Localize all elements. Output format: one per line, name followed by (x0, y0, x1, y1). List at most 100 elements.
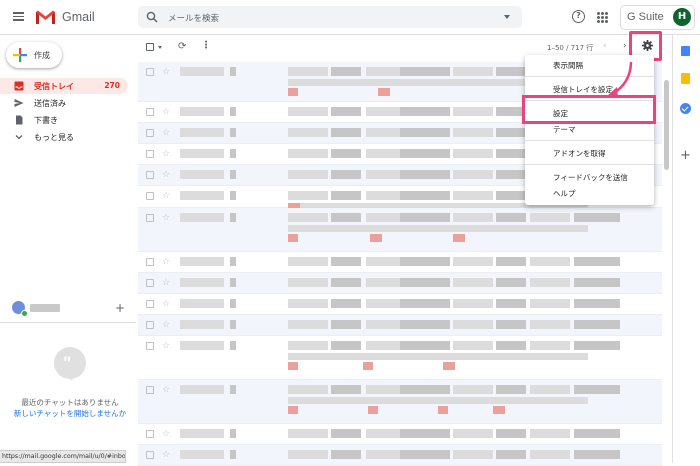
row-checkbox[interactable] (146, 321, 154, 329)
blurred-text (496, 385, 526, 394)
email-row[interactable]: ☆ (138, 273, 662, 294)
pagination-range: 1–50 / 717 行 (547, 44, 594, 52)
menu-item-get-addons[interactable]: アドオンを取得 (525, 145, 654, 161)
star-icon[interactable]: ☆ (162, 170, 170, 180)
email-row[interactable]: ☆ (138, 252, 662, 273)
apps-grid-icon[interactable] (597, 12, 608, 23)
row-checkbox[interactable] (146, 279, 154, 287)
star-icon[interactable]: ☆ (162, 191, 170, 201)
row-checkbox[interactable] (146, 258, 154, 266)
row-checkbox[interactable] (146, 214, 154, 222)
blurred-text (331, 170, 361, 179)
sidebar-item-more[interactable]: もっと見る (0, 129, 128, 145)
star-icon[interactable]: ☆ (162, 67, 170, 77)
gmail-logo-icon[interactable] (35, 9, 56, 25)
star-icon[interactable]: ☆ (162, 320, 170, 330)
attachment-chip[interactable] (288, 406, 298, 414)
next-page-icon[interactable]: › (623, 41, 627, 51)
menu-item-send-feedback[interactable]: フィードバックを送信 (525, 169, 654, 185)
email-row[interactable]: ☆ (138, 336, 662, 380)
keep-icon[interactable] (681, 73, 690, 84)
search-options-icon[interactable] (504, 15, 510, 19)
blurred-text (496, 170, 526, 179)
sidebar-item-sent[interactable]: 送信済み (0, 95, 128, 111)
search-bar[interactable]: メールを検索 (138, 6, 522, 28)
menu-divider (525, 76, 654, 77)
row-checkbox[interactable] (146, 129, 154, 137)
star-icon[interactable]: ☆ (162, 107, 170, 117)
row-checkbox[interactable] (146, 300, 154, 308)
blurred-text (400, 320, 450, 329)
star-icon[interactable]: ☆ (162, 385, 170, 395)
star-icon[interactable]: ☆ (162, 128, 170, 138)
star-icon[interactable]: ☆ (162, 213, 170, 223)
row-checkbox[interactable] (146, 171, 154, 179)
menu-item-label: テーマ (553, 125, 576, 134)
attachment-chip[interactable] (368, 406, 378, 414)
search-icon[interactable] (146, 11, 158, 23)
blurred-text (496, 67, 526, 76)
star-icon[interactable]: ☆ (162, 429, 170, 439)
add-addon-icon[interactable]: + (680, 148, 691, 163)
email-row[interactable]: ☆ (138, 424, 662, 445)
email-row[interactable]: ☆ (138, 380, 662, 424)
star-icon[interactable]: ☆ (162, 149, 170, 159)
blurred-text (180, 213, 224, 222)
new-chat-plus-icon[interactable]: + (115, 301, 125, 315)
star-icon[interactable]: ☆ (162, 278, 170, 288)
search-input[interactable]: メールを検索 (168, 12, 219, 24)
blurred-text (496, 341, 526, 350)
star-icon[interactable]: ☆ (162, 257, 170, 267)
attachment-chip[interactable] (378, 88, 390, 96)
select-all-checkbox[interactable] (146, 43, 154, 51)
no-recent-chats-text: 最近のチャットはありません (21, 398, 119, 407)
menu-item-density[interactable]: 表示間隔 (525, 57, 654, 73)
blurred-text (453, 341, 493, 350)
blurred-text (530, 320, 570, 329)
email-row[interactable]: ☆ (138, 208, 662, 252)
blurred-text (180, 128, 224, 137)
attachment-chip[interactable] (443, 362, 455, 370)
row-checkbox[interactable] (146, 386, 154, 394)
star-icon[interactable]: ☆ (162, 341, 170, 351)
sidebar-item-drafts[interactable]: 下書き (0, 112, 128, 128)
row-checkbox[interactable] (146, 108, 154, 116)
account-avatar[interactable]: H (673, 8, 691, 26)
blurred-text (400, 128, 450, 137)
row-checkbox[interactable] (146, 192, 154, 200)
help-icon[interactable]: ? (572, 10, 585, 23)
row-checkbox[interactable] (146, 451, 154, 459)
scrollbar[interactable] (664, 80, 669, 170)
row-checkbox[interactable] (146, 342, 154, 350)
start-new-chat-link[interactable]: 新しいチャットを開始しませんか (0, 408, 140, 419)
attachment-chip[interactable] (370, 234, 382, 242)
attachment-chip[interactable] (288, 362, 298, 370)
more-options-icon[interactable]: ⋮ (201, 40, 211, 51)
attachment-chip[interactable] (288, 88, 298, 96)
attachment-chip[interactable] (493, 406, 505, 414)
gmail-wordmark[interactable]: Gmail (62, 10, 95, 24)
compose-button[interactable]: 作成 (6, 42, 62, 68)
previous-page-icon[interactable]: ‹ (603, 41, 607, 51)
attachment-chip[interactable] (438, 406, 448, 414)
attachment-chip[interactable] (288, 234, 298, 242)
attachment-chip[interactable] (363, 362, 373, 370)
email-row[interactable]: ☆ (138, 315, 662, 336)
star-icon[interactable]: ☆ (162, 450, 170, 460)
row-checkbox[interactable] (146, 68, 154, 76)
blurred-text (230, 107, 236, 116)
main-menu-icon[interactable] (13, 12, 24, 21)
sidebar-item-inbox[interactable]: 受信トレイ 270 (0, 78, 128, 94)
attachment-chip[interactable] (453, 234, 465, 242)
row-checkbox[interactable] (146, 150, 154, 158)
blurred-text (453, 320, 493, 329)
calendar-icon[interactable] (681, 46, 690, 56)
star-icon[interactable]: ☆ (162, 299, 170, 309)
row-checkbox[interactable] (146, 430, 154, 438)
tasks-icon[interactable] (680, 103, 691, 114)
select-options-icon[interactable] (158, 46, 162, 49)
blurred-text (496, 278, 526, 287)
refresh-icon[interactable]: ⟳ (178, 41, 186, 52)
email-row[interactable]: ☆ (138, 294, 662, 315)
menu-item-help[interactable]: ヘルプ (525, 185, 654, 201)
